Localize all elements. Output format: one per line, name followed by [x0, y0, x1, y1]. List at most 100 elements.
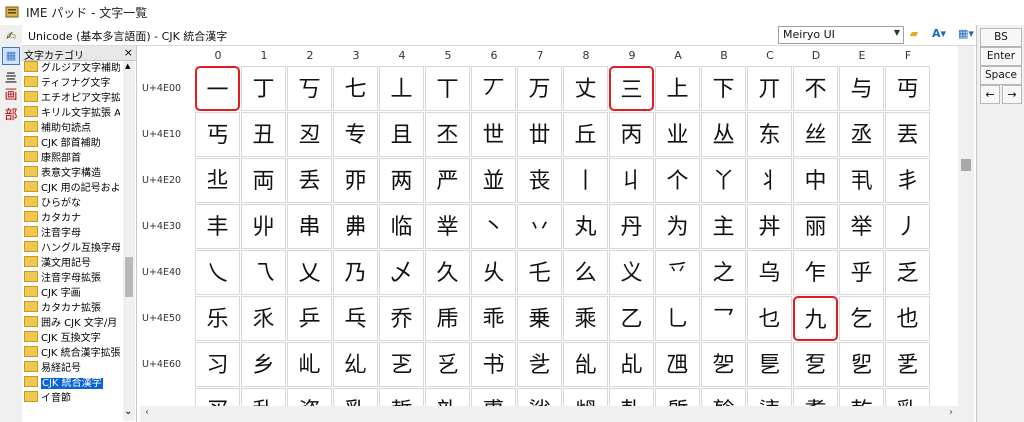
- character-cell[interactable]: 乁: [241, 250, 286, 295]
- category-item[interactable]: CJK 用の記号およ: [24, 181, 120, 195]
- character-cell[interactable]: 乌: [747, 250, 792, 295]
- category-scrollbar[interactable]: ▲ ⌄: [123, 61, 135, 421]
- category-item[interactable]: 注音字母拡張: [24, 271, 120, 285]
- character-cell[interactable]: 丈: [563, 66, 608, 111]
- character-cell[interactable]: 丵: [425, 204, 470, 249]
- character-cell[interactable]: 两: [379, 158, 424, 203]
- character-cell[interactable]: 丱: [241, 204, 286, 249]
- character-cell[interactable]: 丂: [287, 66, 332, 111]
- character-cell[interactable]: 丣: [333, 158, 378, 203]
- font-color-icon[interactable]: A▾: [926, 26, 952, 42]
- character-cell[interactable]: 严: [425, 158, 470, 203]
- scroll-down-icon[interactable]: ⌄: [124, 406, 132, 417]
- character-cell[interactable]: 七: [333, 66, 378, 111]
- character-cell[interactable]: 丕: [425, 112, 470, 157]
- category-item[interactable]: ティフナグ文字: [24, 76, 120, 90]
- character-cell[interactable]: 乕: [425, 296, 470, 341]
- category-item[interactable]: CJK 互換文字: [24, 331, 120, 345]
- character-cell[interactable]: 丛: [701, 112, 746, 157]
- character-cell[interactable]: 也: [885, 296, 930, 341]
- character-cell[interactable]: 丘: [563, 112, 608, 157]
- character-cell[interactable]: 举: [839, 204, 884, 249]
- character-cell[interactable]: 一: [195, 66, 240, 111]
- character-cell[interactable]: 不: [793, 66, 838, 111]
- character-cell[interactable]: 临: [379, 204, 424, 249]
- character-cell[interactable]: 丽: [793, 204, 838, 249]
- close-icon[interactable]: ×: [124, 46, 133, 59]
- scroll-right-icon[interactable]: ›: [949, 407, 953, 418]
- character-cell[interactable]: 之: [701, 250, 746, 295]
- category-item[interactable]: 康熙部首: [24, 151, 120, 165]
- character-cell[interactable]: 丿: [885, 204, 930, 249]
- character-cell[interactable]: 丼: [747, 204, 792, 249]
- character-cell[interactable]: 丝: [793, 112, 838, 157]
- category-item[interactable]: ハングル互換字母: [24, 241, 120, 255]
- category-item[interactable]: 表意文字構造: [24, 166, 120, 180]
- character-cell[interactable]: 么: [563, 250, 608, 295]
- character-cell[interactable]: 乗: [517, 296, 562, 341]
- character-cell[interactable]: 乬: [747, 342, 792, 387]
- character-cell[interactable]: 乎: [839, 250, 884, 295]
- character-cell[interactable]: 乑: [241, 296, 286, 341]
- character-cell[interactable]: 乨: [563, 342, 608, 387]
- character-cell[interactable]: 乜: [747, 296, 792, 341]
- character-cell[interactable]: 乮: [839, 342, 884, 387]
- character-cell[interactable]: 丰: [195, 204, 240, 249]
- scroll-left-icon[interactable]: ‹: [145, 407, 149, 418]
- category-item[interactable]: ひらがな: [24, 196, 120, 210]
- character-cell[interactable]: 乧: [517, 342, 562, 387]
- character-cell[interactable]: 与: [839, 66, 884, 111]
- character-cell[interactable]: 习: [195, 342, 240, 387]
- character-cell[interactable]: 三: [609, 66, 654, 111]
- character-cell[interactable]: 书: [471, 342, 516, 387]
- character-cell[interactable]: 乡: [241, 342, 286, 387]
- character-cell[interactable]: 世: [471, 112, 516, 157]
- character-cell[interactable]: 主: [701, 204, 746, 249]
- character-cell[interactable]: 丌: [747, 66, 792, 111]
- character-cell[interactable]: 乏: [885, 250, 930, 295]
- scrollbar-thumb[interactable]: [125, 257, 133, 297]
- character-cell[interactable]: 丸: [563, 204, 608, 249]
- character-cell[interactable]: 业: [655, 112, 700, 157]
- category-item[interactable]: 補助句読点: [24, 121, 120, 135]
- character-cell[interactable]: 乔: [379, 296, 424, 341]
- character-cell[interactable]: 丐: [195, 112, 240, 157]
- category-item[interactable]: 漢文用記号: [24, 256, 120, 270]
- category-item[interactable]: カタカナ: [24, 211, 120, 225]
- character-cell[interactable]: 上: [655, 66, 700, 111]
- character-cell[interactable]: 个: [655, 158, 700, 203]
- category-item[interactable]: CJK 字画: [24, 286, 120, 300]
- backspace-button[interactable]: BS: [980, 28, 1022, 47]
- category-item[interactable]: キリル文字拡張 A: [24, 106, 120, 120]
- character-cell[interactable]: 丬: [747, 158, 792, 203]
- character-cell[interactable]: 丟: [885, 112, 930, 157]
- character-cell[interactable]: 为: [655, 204, 700, 249]
- character-cell[interactable]: 乊: [655, 250, 700, 295]
- category-item[interactable]: イ音節: [24, 391, 120, 405]
- character-cell[interactable]: 丧: [517, 158, 562, 203]
- scroll-up-icon[interactable]: ▲: [125, 62, 130, 70]
- character-cell[interactable]: 乓: [333, 296, 378, 341]
- font-select[interactable]: Meiryo UI ▼: [778, 26, 904, 44]
- character-cell[interactable]: 乛: [701, 296, 746, 341]
- folder-open-icon[interactable]: ▰: [906, 26, 922, 42]
- radical-input-button[interactable]: 部: [2, 107, 20, 125]
- character-cell[interactable]: 丠: [195, 158, 240, 203]
- character-cell[interactable]: 丫: [701, 158, 746, 203]
- character-cell[interactable]: 乄: [379, 250, 424, 295]
- character-cell[interactable]: 中: [793, 158, 838, 203]
- character-cell[interactable]: 乖: [471, 296, 516, 341]
- character-cell[interactable]: 乇: [517, 250, 562, 295]
- character-cell[interactable]: 专: [333, 112, 378, 157]
- character-cell[interactable]: 义: [609, 250, 654, 295]
- character-cell[interactable]: 乥: [425, 342, 470, 387]
- character-cell[interactable]: 乫: [701, 342, 746, 387]
- arrow-left-icon[interactable]: ←: [980, 85, 1000, 104]
- character-cell[interactable]: 丏: [885, 66, 930, 111]
- space-button[interactable]: Space: [980, 66, 1022, 85]
- grid-horizontal-scrollbar[interactable]: ‹ ›: [140, 406, 958, 422]
- character-cell[interactable]: 丙: [609, 112, 654, 157]
- character-cell[interactable]: 乆: [471, 250, 516, 295]
- character-cell[interactable]: 丳: [333, 204, 378, 249]
- character-cell[interactable]: 丷: [517, 204, 562, 249]
